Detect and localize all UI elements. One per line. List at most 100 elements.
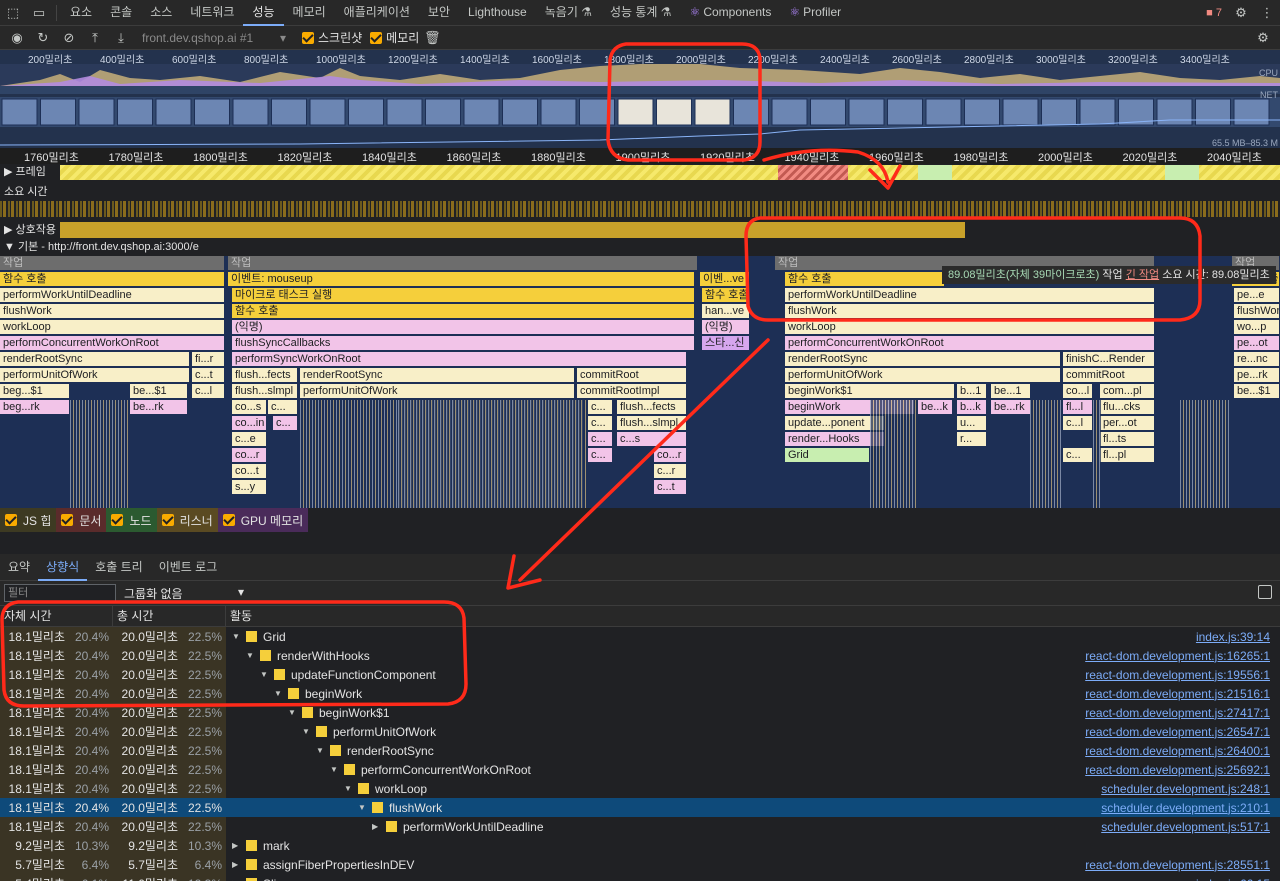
trash-icon[interactable]: 🗑 xyxy=(419,26,445,50)
collapse-triangle-icon[interactable]: ▼ xyxy=(274,689,284,698)
flame-event[interactable]: flushWork xyxy=(1234,304,1280,319)
expand-triangle-icon[interactable]: ▶ xyxy=(232,860,242,869)
frames-track[interactable]: ▶ 프레임 xyxy=(0,164,1280,181)
screenshot-thumbnail[interactable] xyxy=(155,98,192,126)
screenshot-thumbnail[interactable] xyxy=(964,98,1000,126)
flame-event[interactable]: b...1 xyxy=(957,384,987,399)
flame-event[interactable]: performSyncWorkOnRoot xyxy=(232,352,687,367)
flame-event[interactable]: flush...fects xyxy=(617,400,687,415)
flame-event[interactable]: 스타...신 xyxy=(702,336,750,351)
record-icon[interactable]: ◉ xyxy=(4,26,30,50)
tab-sources[interactable]: 소스 xyxy=(141,0,181,26)
flame-event[interactable]: finishC...Render xyxy=(1063,352,1155,367)
flame-event[interactable]: flushWork xyxy=(785,304,1155,319)
flame-event[interactable]: co...r xyxy=(654,448,687,463)
memory-checkbox[interactable]: 메모리 xyxy=(370,29,419,46)
column-self-time[interactable]: 자체 시간 xyxy=(0,606,113,628)
flame-event[interactable]: co...in xyxy=(232,416,267,431)
device-toolbar-icon[interactable]: ▭ xyxy=(26,0,52,26)
flame-event[interactable]: c...l xyxy=(192,384,225,399)
flame-event[interactable]: be...k xyxy=(918,400,953,415)
flame-event[interactable]: com...pl xyxy=(1100,384,1155,399)
tab-bottom-up[interactable]: 상향식 xyxy=(38,554,88,581)
timeline-overview[interactable]: 200밀리초 400밀리초 600밀리초 800밀리초 1000밀리초 1200밀리초 14… xyxy=(0,50,1280,148)
collapse-triangle-icon[interactable]: ▼ xyxy=(232,632,242,641)
table-row[interactable]: 18.1밀리초 20.4% 20.0밀리초 22.5% ▼ flushWork schedu… xyxy=(0,798,1280,817)
collapse-triangle-icon[interactable]: ▼ xyxy=(288,708,298,717)
screenshot-thumbnail[interactable] xyxy=(656,98,692,126)
tab-summary[interactable]: 요약 xyxy=(0,554,38,581)
flame-event[interactable]: (익명) xyxy=(702,320,750,335)
main-thread-track[interactable]: ▼ 기본 - http://front.dev.qshop.ai:3000/e xyxy=(0,239,1280,255)
settings-gear-icon[interactable]: ⚙ xyxy=(1228,0,1254,26)
flame-event[interactable]: c... xyxy=(1063,448,1093,463)
flame-event[interactable]: beginWork$1 xyxy=(785,384,955,399)
screenshot-thumbnail[interactable] xyxy=(1156,98,1193,126)
column-total-time[interactable]: 총 시간 xyxy=(113,606,226,628)
screenshot-thumbnail[interactable] xyxy=(925,98,962,126)
screenshot-thumbnail[interactable] xyxy=(425,98,461,126)
screenshot-thumbnail[interactable] xyxy=(40,98,76,126)
flame-event[interactable]: performConcurrentWorkOnRoot xyxy=(0,336,225,351)
source-link[interactable]: react-dom.development.js:26400:1 xyxy=(1085,744,1270,758)
flame-event[interactable]: s...y xyxy=(232,480,267,495)
legend-js-heap[interactable]: JS 힙 xyxy=(0,508,57,532)
flame-event[interactable]: fl...ts xyxy=(1100,432,1155,447)
source-link[interactable]: react-dom.development.js:27417:1 xyxy=(1085,706,1270,720)
screenshot-thumbnail[interactable] xyxy=(1002,98,1039,126)
collapse-triangle-icon[interactable]: ▼ xyxy=(260,670,270,679)
toggle-sidebar-icon[interactable] xyxy=(1258,585,1272,599)
flame-event[interactable]: c... xyxy=(588,432,613,447)
source-link[interactable]: scheduler.development.js:517:1 xyxy=(1101,820,1270,834)
screenshot-thumbnail[interactable] xyxy=(617,98,654,126)
flame-event[interactable]: c...s xyxy=(617,432,687,447)
flame-event[interactable]: pe...ot xyxy=(1234,336,1280,351)
flame-event[interactable]: 함수 호출 xyxy=(232,304,695,319)
flame-event[interactable]: flushWork xyxy=(0,304,225,319)
collapse-triangle-icon[interactable]: ▼ xyxy=(330,765,340,774)
flame-event[interactable]: 함수 호출 xyxy=(785,272,945,287)
collapse-triangle-icon[interactable]: ▼ xyxy=(344,784,354,793)
flame-event[interactable]: co...s xyxy=(232,400,267,415)
flame-event[interactable]: commitRootImpl xyxy=(577,384,687,399)
screenshot-thumbnail[interactable] xyxy=(117,98,153,126)
tab-call-tree[interactable]: 호출 트리 xyxy=(87,554,151,581)
flame-event[interactable]: (익명) xyxy=(232,320,695,335)
flame-event[interactable]: 함수 호출 xyxy=(0,272,225,287)
flame-event[interactable]: performConcurrentWorkOnRoot xyxy=(785,336,1155,351)
tab-memory[interactable]: 메모리 xyxy=(284,0,335,26)
flame-event[interactable]: c... xyxy=(268,400,298,415)
flame-event[interactable]: renderRootSync xyxy=(0,352,190,367)
tab-profiler[interactable]: ⚛ Profiler xyxy=(780,0,850,26)
screenshot-thumbnail[interactable] xyxy=(771,98,808,126)
legend-documents[interactable]: 문서 xyxy=(56,508,107,532)
screenshot-thumbnail[interactable] xyxy=(810,98,846,126)
main-thread-label[interactable]: ▼ 기본 - http://front.dev.qshop.ai:3000/e xyxy=(0,239,199,255)
source-link[interactable]: react-dom.development.js:25692:1 xyxy=(1085,763,1270,777)
column-activity[interactable]: 활동 xyxy=(226,606,1280,628)
frames-track-label[interactable]: ▶ 프레임 xyxy=(0,164,46,180)
screenshot-thumbnail[interactable] xyxy=(232,98,269,126)
screenshot-thumbnail[interactable] xyxy=(309,98,346,126)
source-link[interactable]: index.js:66:15 xyxy=(1196,877,1270,881)
flame-event[interactable]: 이벤...ve xyxy=(700,272,750,287)
screenshot-thumbnail[interactable] xyxy=(1079,98,1116,126)
screenshot-thumbnail[interactable] xyxy=(1233,98,1270,126)
flame-event[interactable]: renderRootSync xyxy=(300,368,575,383)
flame-event[interactable]: performWorkUntilDeadline xyxy=(0,288,225,303)
flame-event[interactable]: c...r xyxy=(654,464,687,479)
reload-record-icon[interactable]: ↻ xyxy=(30,26,56,50)
tab-security[interactable]: 보안 xyxy=(419,0,459,26)
legend-gpu-memory[interactable]: GPU 메모리 xyxy=(217,508,309,532)
collapse-triangle-icon[interactable]: ▼ xyxy=(316,746,326,755)
tooltip-long-task[interactable]: 긴 작업 xyxy=(1126,269,1159,281)
screenshot-thumbnail[interactable] xyxy=(694,98,731,126)
screenshot-thumbnail[interactable] xyxy=(1195,98,1231,126)
screenshot-checkbox[interactable]: 스크린샷 xyxy=(302,29,362,46)
expand-triangle-icon[interactable]: ▶ xyxy=(372,822,382,831)
flame-event[interactable]: pe...e xyxy=(1234,288,1280,303)
interaction-bar[interactable] xyxy=(60,222,965,238)
screenshot-thumbnail[interactable] xyxy=(348,98,384,126)
flame-event[interactable]: flu...cks xyxy=(1100,400,1155,415)
screenshot-thumbnail[interactable] xyxy=(733,98,769,126)
